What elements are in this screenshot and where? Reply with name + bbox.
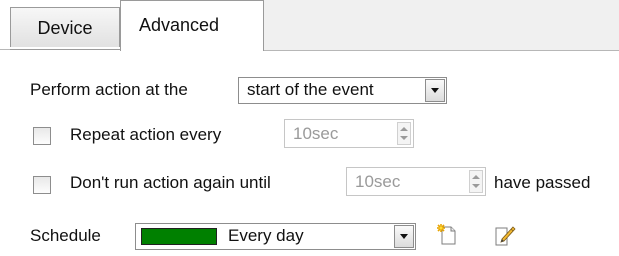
tab-device[interactable]: Device: [10, 7, 120, 47]
tab-strip: Device Advanced: [0, 0, 619, 51]
new-document-icon[interactable]: [436, 223, 460, 247]
schedule-value: Every day: [228, 226, 304, 245]
repeat-interval-stepper[interactable]: 10sec: [284, 119, 414, 148]
schedule-label: Schedule: [30, 226, 101, 245]
spinner-arrows-icon[interactable]: [397, 122, 411, 145]
perform-action-label: Perform action at the: [30, 80, 188, 99]
repeat-action-checkbox[interactable]: [33, 127, 51, 145]
tab-divider: [10, 49, 120, 50]
dont-run-interval-value: 10sec: [355, 172, 401, 191]
dont-run-again-label: Don't run action again until: [70, 173, 271, 192]
edit-pencil-icon[interactable]: [493, 224, 517, 248]
dont-run-again-checkbox[interactable]: [33, 176, 51, 194]
schedule-color-swatch: [141, 228, 217, 245]
repeat-interval-value: 10sec: [293, 124, 339, 143]
tab-divider: [0, 49, 10, 50]
spinner-arrows-icon[interactable]: [469, 170, 483, 193]
tab-advanced[interactable]: Advanced: [120, 0, 264, 51]
dont-run-interval-stepper[interactable]: 10sec: [346, 167, 486, 196]
chevron-down-icon[interactable]: [394, 225, 414, 248]
perform-action-value: start of the event: [247, 80, 374, 99]
chevron-down-icon[interactable]: [425, 79, 445, 102]
tab-strip-background: [263, 0, 619, 51]
have-passed-label: have passed: [494, 173, 591, 192]
perform-action-select[interactable]: start of the event: [238, 77, 447, 104]
repeat-action-label: Repeat action every: [70, 125, 222, 144]
schedule-select[interactable]: Every day: [135, 223, 416, 250]
